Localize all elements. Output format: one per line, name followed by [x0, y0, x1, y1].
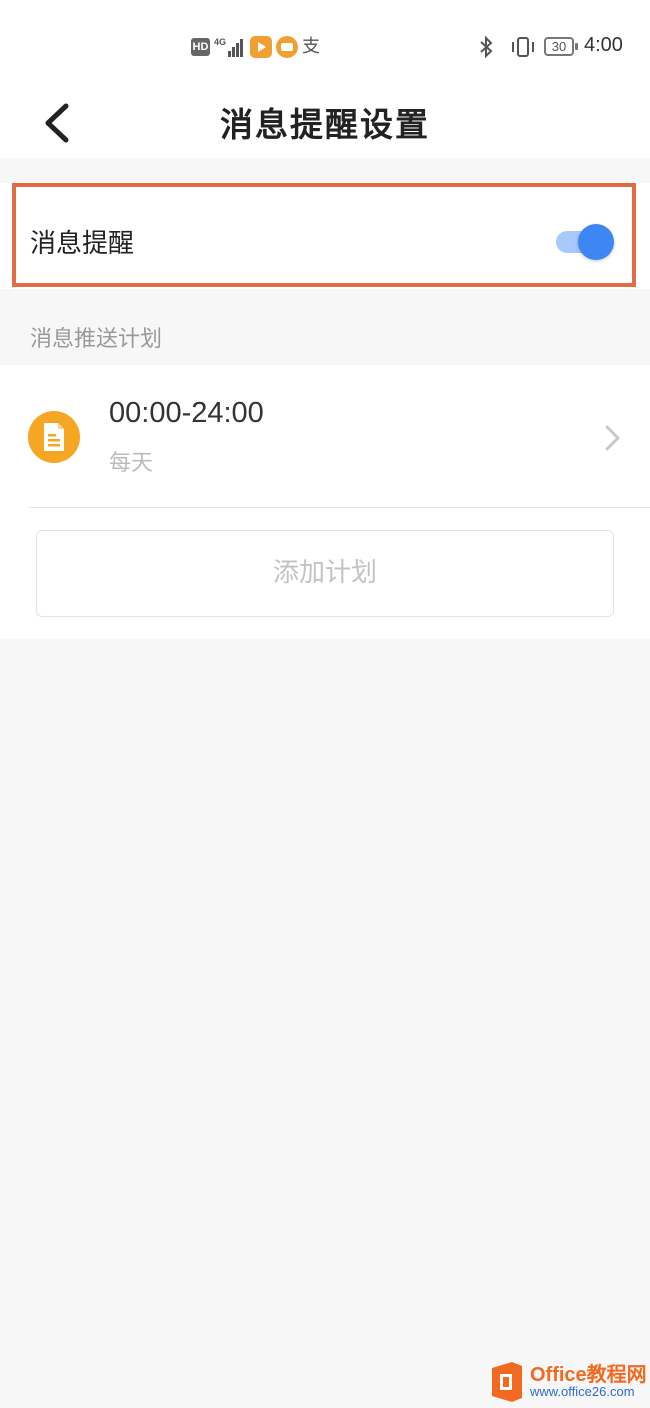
svg-text:4G: 4G: [214, 37, 226, 47]
chevron-right-icon: [605, 425, 620, 451]
message-reminder-label: 消息提醒: [30, 229, 135, 259]
watermark-url: www.office26.com: [530, 1384, 635, 1399]
plan-repeat: 每天: [109, 451, 154, 476]
alipay-icon: 支: [302, 36, 320, 57]
plan-item[interactable]: 00:00-24:00 每天: [0, 365, 650, 507]
status-bar: HD 4G 支 30 4:00: [0, 0, 650, 90]
office-logo-icon: [492, 1362, 522, 1402]
battery-icon: 30: [544, 37, 578, 56]
add-plan-button[interactable]: 添加计划: [36, 530, 614, 617]
push-plan-section-title: 消息推送计划: [30, 327, 163, 352]
push-plan-card: 00:00-24:00 每天 添加计划: [0, 365, 650, 639]
news-app-icon: [276, 36, 298, 58]
bluetooth-icon: [480, 36, 493, 58]
document-icon: [28, 411, 80, 463]
watermark-title: Office教程网: [530, 1364, 647, 1386]
hd-icon: HD: [191, 38, 210, 56]
divider: [28, 507, 650, 508]
page-title: 消息提醒设置: [220, 105, 430, 144]
toggle-knob: [578, 224, 614, 260]
video-app-icon: [250, 36, 272, 58]
status-time: 4:00: [584, 34, 623, 56]
plan-time-range: 00:00-24:00: [109, 397, 264, 429]
header: 消息提醒设置: [0, 90, 650, 158]
message-reminder-row: 消息提醒: [0, 183, 650, 289]
signal-icon: 4G: [214, 37, 243, 57]
message-reminder-toggle[interactable]: [556, 223, 616, 260]
vibrate-icon: [512, 37, 534, 57]
watermark: Office教程网 www.office26.com: [484, 1354, 650, 1408]
